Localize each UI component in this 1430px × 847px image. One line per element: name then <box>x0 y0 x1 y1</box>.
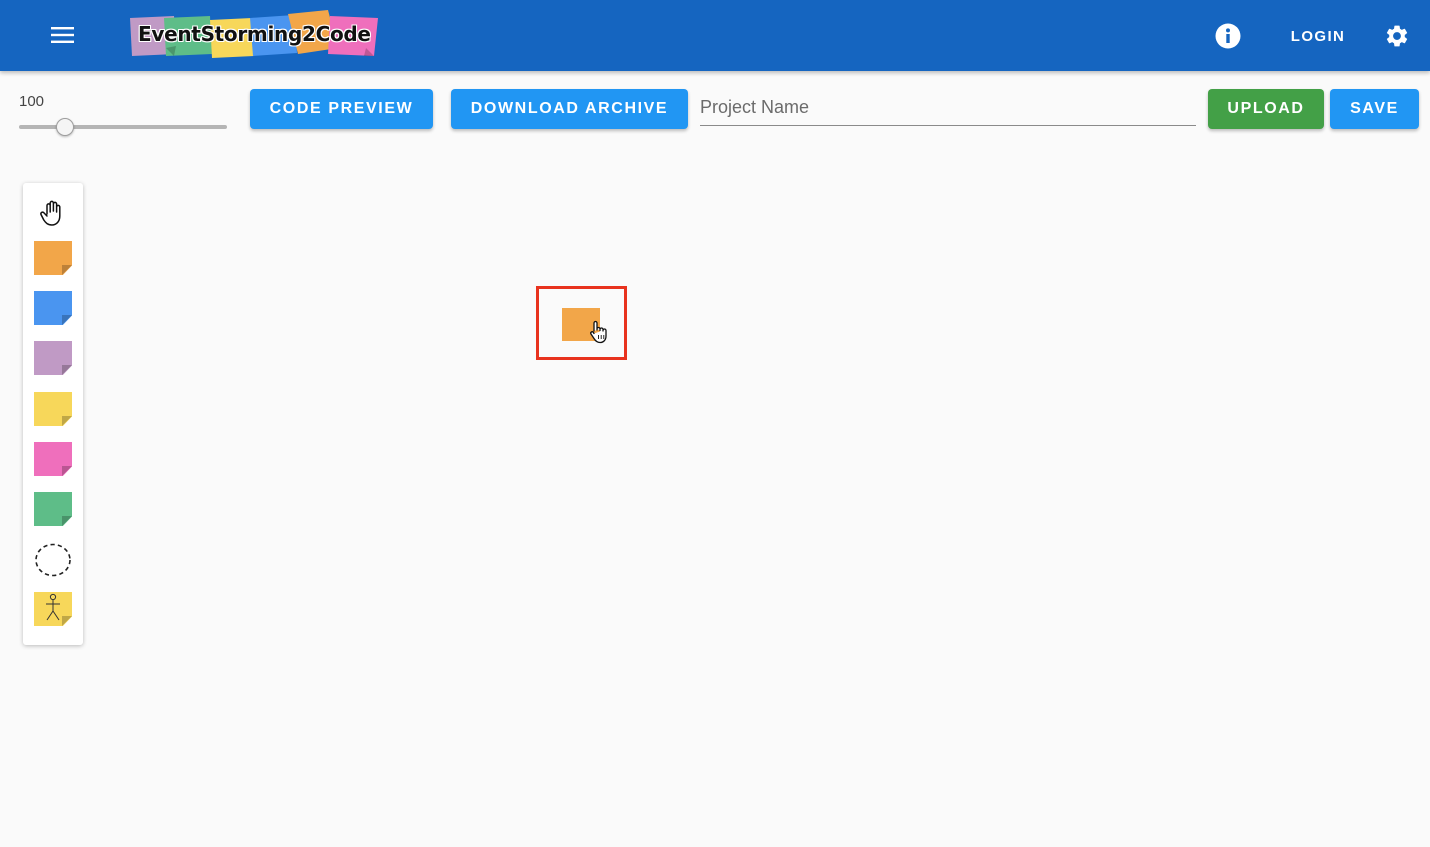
zoom-slider-track <box>19 125 227 129</box>
login-button[interactable]: LOGIN <box>1276 20 1360 52</box>
purple-sticky-tool[interactable] <box>33 338 73 378</box>
info-button[interactable] <box>1212 20 1244 52</box>
pink-sticky-icon <box>34 442 72 476</box>
settings-button[interactable] <box>1380 20 1414 52</box>
orange-sticky-icon <box>34 241 72 275</box>
project-name-input[interactable] <box>700 90 1196 125</box>
purple-sticky-icon <box>34 341 72 375</box>
hand-tool[interactable] <box>33 193 73 233</box>
info-icon <box>1215 23 1241 49</box>
zoom-slider[interactable] <box>19 117 227 137</box>
blue-sticky-icon <box>34 291 72 325</box>
orange-sticky-tool[interactable] <box>33 238 73 278</box>
tool-palette <box>23 183 83 645</box>
zoom-slider-thumb[interactable] <box>55 118 74 136</box>
upload-button[interactable]: UPLOAD <box>1208 89 1324 129</box>
pink-sticky-tool[interactable] <box>33 439 73 479</box>
project-name-field <box>700 90 1196 126</box>
green-sticky-icon <box>34 492 72 526</box>
app-bar: EventStorming2Code LOGIN <box>0 0 1430 71</box>
yellow-sticky-tool[interactable] <box>33 389 73 429</box>
code-preview-button[interactable]: CODE PREVIEW <box>250 89 433 129</box>
menu-button[interactable] <box>40 14 86 56</box>
download-archive-button[interactable]: DOWNLOAD ARCHIVE <box>451 89 688 129</box>
app-logo[interactable]: EventStorming2Code <box>128 8 380 60</box>
hamburger-menu-icon <box>51 27 74 43</box>
gear-icon <box>1386 25 1408 47</box>
hand-icon <box>40 200 61 226</box>
app-title: EventStorming2Code <box>138 22 371 46</box>
zoom-value-label: 100 <box>19 93 45 110</box>
yellow-sticky-icon <box>34 392 72 426</box>
boundary-tool[interactable] <box>33 540 73 580</box>
stick-figure-icon <box>46 593 60 621</box>
blue-sticky-tool[interactable] <box>33 288 73 328</box>
green-sticky-tool[interactable] <box>33 489 73 529</box>
actor-sticky-icon <box>34 592 72 626</box>
hand-pointer-cursor-icon <box>590 320 607 344</box>
save-button[interactable]: SAVE <box>1330 89 1419 129</box>
dashed-circle-icon <box>35 543 71 577</box>
actor-sticky-tool[interactable] <box>33 589 73 629</box>
